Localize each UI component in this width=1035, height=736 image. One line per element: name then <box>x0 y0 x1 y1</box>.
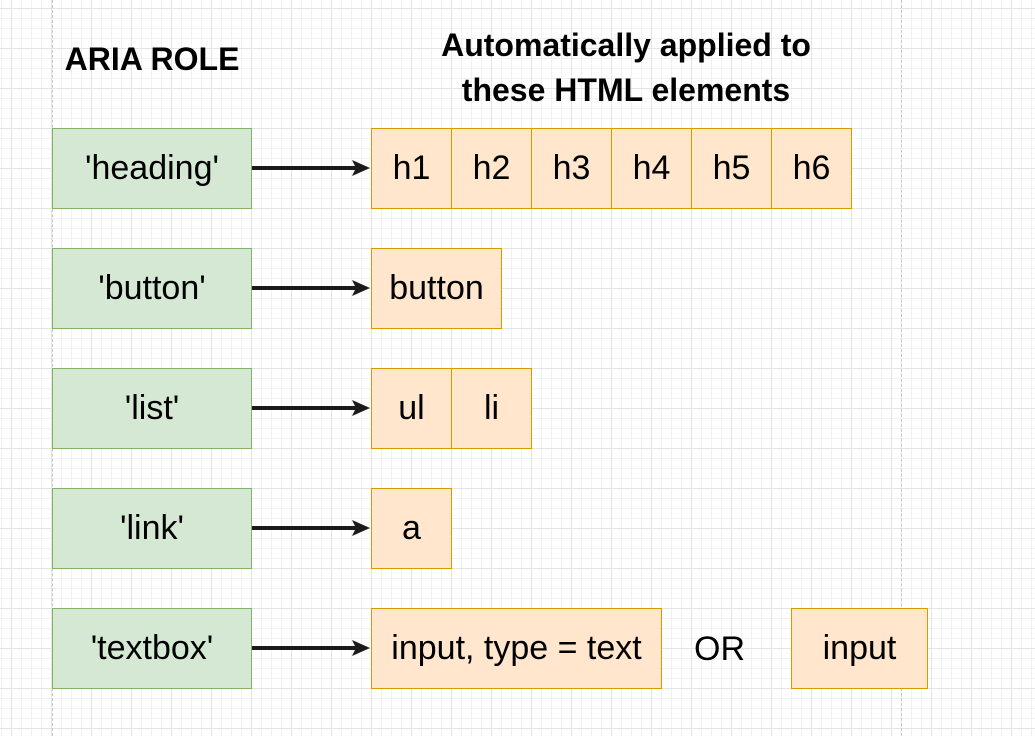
element-box[interactable]: button <box>371 248 502 329</box>
elements-heading-line2: these HTML elements <box>461 72 791 108</box>
or-label: OR <box>694 630 745 668</box>
element-box[interactable]: h1 <box>371 128 452 209</box>
arrow-icon <box>252 398 370 418</box>
aria-role-heading: ARIA ROLE <box>64 41 240 77</box>
element-box[interactable]: input, type = text <box>371 608 662 689</box>
arrow-icon <box>252 278 370 298</box>
element-box[interactable]: ul <box>371 368 452 449</box>
elements-heading-line1: Automatically applied to <box>441 27 811 63</box>
role-box[interactable]: 'list' <box>52 368 252 449</box>
arrow-icon <box>252 518 370 538</box>
element-box-alternative[interactable]: input <box>791 608 928 689</box>
element-box[interactable]: h5 <box>691 128 772 209</box>
element-box[interactable]: h4 <box>611 128 692 209</box>
element-box[interactable]: h3 <box>531 128 612 209</box>
arrow-icon <box>252 638 370 658</box>
role-box[interactable]: 'button' <box>52 248 252 329</box>
role-box[interactable]: 'heading' <box>52 128 252 209</box>
arrow-icon <box>252 158 370 178</box>
element-box[interactable]: a <box>371 488 452 569</box>
element-box[interactable]: li <box>451 368 532 449</box>
element-box[interactable]: h6 <box>771 128 852 209</box>
role-box[interactable]: 'textbox' <box>52 608 252 689</box>
role-box[interactable]: 'link' <box>52 488 252 569</box>
element-box[interactable]: h2 <box>451 128 532 209</box>
